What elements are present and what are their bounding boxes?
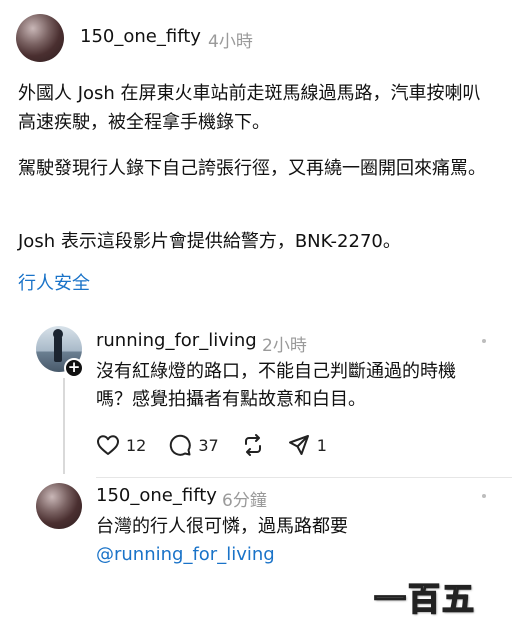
repost-button[interactable] [241,433,265,457]
avatar[interactable] [16,14,64,62]
post-paragraph: Josh 表示這段影片會提供給警方，BNK-2270。 [18,231,401,252]
reply-username[interactable]: running_for_living [96,330,257,351]
divider [96,477,512,478]
heart-icon [97,435,119,455]
action-bar: 12 37 1 [96,432,349,458]
post-paragraph: 外國人 Josh 在屏東火車站前走斑馬線過馬路，汽車按喇叭高速疾駛，被全程拿手機… [18,83,481,133]
post-paragraph: 駕駛發現行人錄下自己誇張行徑，又再繞一圈開回來痛罵。 [18,158,486,179]
reply-text: 台灣的行人很可憐，過馬路都要 [96,516,348,537]
like-button[interactable]: 12 [96,434,146,456]
reply-text: 沒有紅綠燈的路口，不能自己判斷通過的時機嗎？感覺拍攝者有點故意和白目。 [96,361,456,410]
watermark: 一百五 [373,579,477,619]
follow-plus-icon[interactable]: + [64,358,84,378]
comment-count: 37 [198,435,219,455]
reply-timestamp: 2小時 [262,336,307,356]
reply-timestamp: 6分鐘 [222,491,267,511]
more-icon[interactable] [482,494,486,498]
post-timestamp: 4小時 [208,32,253,52]
repost-icon [244,434,261,456]
share-count: 1 [316,435,327,455]
share-button[interactable]: 1 [287,433,327,457]
avatar-figure-body [54,334,62,362]
post-username[interactable]: 150_one_fifty [80,26,201,47]
share-icon [288,435,309,455]
more-icon[interactable] [482,339,486,343]
like-count: 12 [126,435,147,455]
comment-button[interactable]: 37 [168,433,219,457]
mention-link[interactable]: @running_for_living [96,541,486,569]
comment-icon [170,434,192,456]
avatar[interactable] [36,483,82,529]
topic-tag[interactable]: 行人安全 [18,269,90,295]
reply-username[interactable]: 150_one_fifty [96,485,217,506]
thread-line [63,378,65,474]
